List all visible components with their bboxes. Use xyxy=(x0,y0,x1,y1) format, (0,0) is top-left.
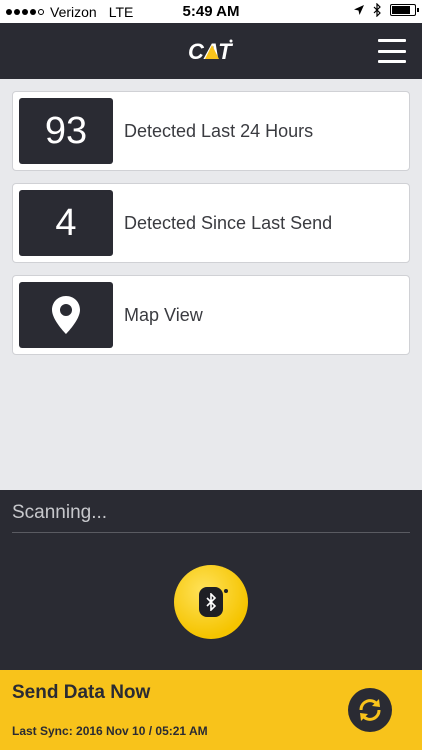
send-data-title: Send Data Now xyxy=(12,682,151,703)
detected-since-send-label: Detected Since Last Send xyxy=(124,212,333,233)
detected-24h-count: 93 xyxy=(44,109,88,152)
location-arrow-icon xyxy=(354,5,364,15)
status-bar: Verizon LTE 5:49 AM xyxy=(0,0,422,23)
bluetooth-icon xyxy=(199,587,228,617)
map-view-card[interactable]: Map View xyxy=(12,275,410,355)
scan-panel: Scanning... xyxy=(0,490,422,670)
sync-button[interactable] xyxy=(348,688,392,732)
map-pin-icon xyxy=(52,296,80,334)
scan-status: Scanning... xyxy=(12,502,108,523)
scan-divider xyxy=(12,532,410,533)
menu-button[interactable] xyxy=(378,39,406,63)
detected-24h-count-box: 93 xyxy=(19,98,113,164)
cat-logo: CAT xyxy=(188,39,233,64)
hamburger-icon xyxy=(378,39,406,42)
sync-icon xyxy=(359,699,381,721)
last-sync-text: Last Sync: 2016 Nov 10 / 05:21 AM xyxy=(12,724,208,738)
signal-strength-icon xyxy=(6,8,44,15)
detected-24h-card[interactable]: 93 Detected Last 24 Hours xyxy=(12,91,410,171)
send-data-bar[interactable]: Send Data Now Last Sync: 2016 Nov 10 / 0… xyxy=(0,670,422,750)
bluetooth-status-icon xyxy=(373,3,381,17)
app-header: CAT xyxy=(0,23,422,79)
network-type: LTE xyxy=(108,3,134,20)
battery-icon xyxy=(390,4,419,16)
bluetooth-scan-button[interactable] xyxy=(174,565,248,639)
detected-24h-label: Detected Last 24 Hours xyxy=(124,120,314,141)
carrier-name: Verizon xyxy=(50,3,97,20)
detected-since-send-card[interactable]: 4 Detected Since Last Send xyxy=(12,183,410,263)
map-view-label: Map View xyxy=(124,304,203,325)
detected-since-send-count-box: 4 xyxy=(19,190,113,256)
detected-since-send-count: 4 xyxy=(55,201,77,244)
map-view-icon-box xyxy=(19,282,113,348)
